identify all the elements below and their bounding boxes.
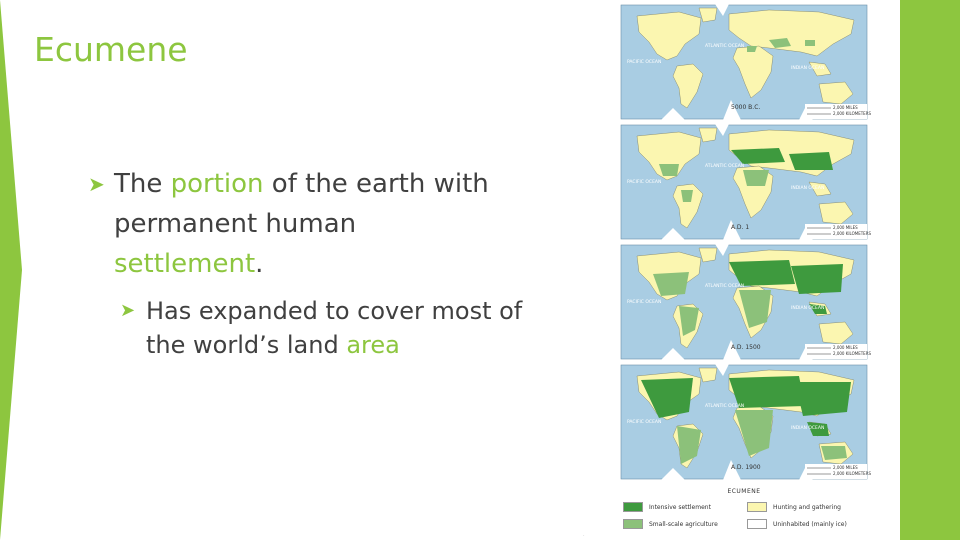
settlement-area: [805, 40, 815, 46]
bullet-item-level2: ➤ Has expanded to cover most of the worl…: [120, 294, 558, 362]
legend-item-hunting: Hunting and gathering: [747, 502, 841, 512]
atlantic-ocean-label: ATLANTIC OCEAN: [705, 404, 745, 409]
sub-bullet-arrow-icon: ➤: [120, 300, 136, 321]
left-accent-triangle: [0, 0, 22, 540]
bullet-text-earth: of the earth with: [271, 169, 489, 199]
atlantic-ocean-label: ATLANTIC OCEAN: [705, 44, 745, 49]
map-panel-5000bc: 5000 B.C. ATLANTIC OCEAN PACIFIC OCEAN INDI…: [619, 4, 872, 120]
scale-km-label: 2,000 KILOMETERS: [833, 231, 872, 236]
settlement-area: [681, 190, 693, 202]
bullet-text-portion: portion: [170, 169, 264, 199]
map-era-label: 5000 B.C.: [731, 104, 761, 111]
sub-bullet-text-area: area: [346, 331, 400, 359]
legend-label: Hunting and gathering: [773, 503, 841, 511]
right-accent-bar: [900, 0, 960, 540]
legend-item-intensive: Intensive settlement: [623, 502, 711, 512]
footnote-mark: .: [583, 532, 585, 538]
settlement-area: [743, 170, 769, 186]
map-legend: ECUMENE Intensive settlement Hunting and…: [619, 484, 869, 536]
indian-ocean-label: INDIAN OCEAN: [791, 66, 825, 71]
legend-label: Small-scale agriculture: [649, 520, 718, 528]
bullet-text-permanent: permanent human: [114, 209, 357, 239]
slide-title: Ecumene: [34, 30, 188, 69]
atlantic-ocean-label: ATLANTIC OCEAN: [705, 284, 745, 289]
legend-label: Uninhabited (mainly ice): [773, 520, 847, 528]
scale-km-label: 2,000 KILOMETERS: [833, 111, 872, 116]
pacific-ocean-label: PACIFIC OCEAN: [627, 60, 662, 65]
scale-km-label: 2,000 KILOMETERS: [833, 351, 872, 356]
ecumene-maps-figure: 5000 B.C. ATLANTIC OCEAN PACIFIC OCEAN INDI…: [619, 4, 872, 536]
indian-ocean-label: INDIAN OCEAN: [791, 186, 825, 191]
pacific-ocean-label: PACIFIC OCEAN: [627, 180, 662, 185]
settlement-area: [795, 382, 851, 416]
bullet-text-settlement: settlement: [114, 249, 256, 279]
map-panel-ad1900: A.D. 1900 ATLANTIC OCEAN PACIFIC OCEAN INDI…: [619, 364, 872, 480]
legend-swatch: [747, 502, 767, 512]
pacific-ocean-label: PACIFIC OCEAN: [627, 300, 662, 305]
legend-swatch: [623, 519, 643, 529]
legend-swatch: [623, 502, 643, 512]
map-era-label: A.D. 1900: [731, 464, 761, 471]
settlement-area: [789, 152, 833, 170]
legend-label: Intensive settlement: [649, 503, 711, 511]
indian-ocean-label: INDIAN OCEAN: [791, 426, 825, 431]
scale-km-label: 2,000 KILOMETERS: [833, 471, 872, 476]
settlement-area: [821, 446, 847, 460]
legend-item-uninhabited: Uninhabited (mainly ice): [747, 519, 847, 529]
pacific-ocean-label: PACIFIC OCEAN: [627, 420, 662, 425]
map-panel-ad1500: A.D. 1500 ATLANTIC OCEAN PACIFIC OCEAN INDI…: [619, 244, 872, 360]
legend-swatch: [747, 519, 767, 529]
bullet-text-the: The: [114, 169, 163, 199]
indian-ocean-label: INDIAN OCEAN: [791, 306, 825, 311]
bullet-arrow-icon: ➤: [88, 172, 105, 196]
map-panel-ad1: A.D. 1 ATLANTIC OCEAN PACIFIC OCEAN INDIAN …: [619, 124, 872, 240]
atlantic-ocean-label: ATLANTIC OCEAN: [705, 164, 745, 169]
map-era-label: A.D. 1500: [731, 344, 761, 351]
bullet-list: ➤ The portion of the earth with permanen…: [88, 164, 558, 362]
bullet-text-period: .: [255, 249, 264, 279]
legend-item-small-scale: Small-scale agriculture: [623, 519, 718, 529]
legend-title: ECUMENE: [727, 488, 761, 495]
sub-bullet-line2: the world’s land: [146, 331, 339, 359]
sub-bullet-line1: Has expanded to cover most of: [146, 297, 523, 325]
bullet-item-level1: ➤ The portion of the earth with permanen…: [88, 164, 558, 284]
settlement-area: [791, 264, 843, 294]
map-era-label: A.D. 1: [731, 224, 750, 231]
